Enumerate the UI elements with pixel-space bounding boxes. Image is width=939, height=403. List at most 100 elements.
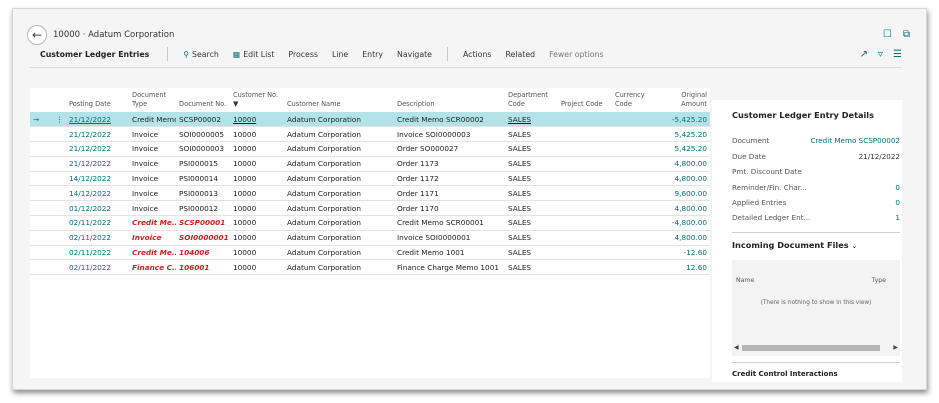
filter-icon[interactable]: ▿ — [878, 49, 883, 60]
project-code-cell — [558, 112, 612, 128]
table-row[interactable]: 14/12/2022 Invoice PSI000013 10000 Adatum Co… — [30, 185, 710, 202]
incoming-name-header[interactable]: Name — [736, 277, 754, 284]
department-code-header[interactable]: Department Code — [505, 88, 558, 112]
original-amount-cell[interactable]: 4,800.00 — [666, 200, 710, 217]
customer-no-cell: 10000 — [230, 185, 284, 202]
document-type-header[interactable]: Document Type — [129, 88, 176, 112]
document-no-cell: PSI000013 — [176, 185, 230, 202]
incoming-type-header[interactable]: Type — [872, 277, 886, 284]
original-amount-cell[interactable]: 9,600.00 — [666, 185, 710, 202]
project-code-cell — [558, 126, 612, 143]
project-code-header[interactable]: Project Code — [558, 88, 612, 112]
factbox-pane: Customer Ledger Entry Details Document Cr… — [712, 100, 902, 382]
document-type-cell: Invoice — [129, 185, 176, 202]
customer-no-cell: 10000 — [230, 200, 284, 217]
document-link[interactable]: Credit Memo SCSP00002 — [810, 136, 900, 145]
posting-date-cell[interactable]: 21/12/2022 — [66, 156, 129, 172]
description-header[interactable]: Description — [394, 88, 505, 112]
action-bar-divider — [30, 67, 902, 68]
horizontal-scrollbar[interactable]: ◀ ▶ — [732, 344, 900, 352]
customer-name-header[interactable]: Customer Name — [284, 88, 394, 112]
posting-date-cell[interactable]: 02/11/2022 — [66, 259, 129, 276]
navigate-menu[interactable]: Navigate — [397, 50, 432, 59]
divider — [446, 47, 448, 61]
table-row[interactable]: 02/11/2022 Finance C... 106001 10000 Adatum … — [30, 259, 710, 276]
edit-list-button[interactable]: ▦ Edit List — [233, 50, 275, 59]
posting-date-cell[interactable]: 01/12/2022 — [66, 200, 129, 217]
table-row[interactable]: 02/11/2022 Invoice SOI0000001 10000 Adatum C… — [30, 230, 710, 246]
list-view-icon[interactable]: ☰ — [893, 49, 902, 60]
original-amount-cell[interactable]: 5,425.20 — [666, 141, 710, 157]
action-bar-right-icons: ↗ ▿ ☰ — [860, 49, 902, 60]
detailed-ledger-link[interactable]: 1 — [895, 213, 900, 222]
customer-no-header[interactable]: Customer No. ▼ — [230, 88, 284, 112]
posting-date-cell[interactable]: 14/12/2022 — [66, 185, 129, 202]
line-menu[interactable]: Line — [332, 50, 348, 59]
original-amount-cell[interactable]: -4,800.00 — [666, 215, 710, 231]
row-select-cell — [30, 141, 66, 157]
row-select-cell — [30, 156, 66, 172]
posting-date-cell[interactable]: 14/12/2022 — [66, 171, 129, 187]
customer-no-cell: 10000 — [230, 215, 284, 231]
original-amount-cell[interactable]: 12.60 — [666, 259, 710, 276]
table-row[interactable]: 21/12/2022 Invoice SOI0000003 10000 Adatum C… — [30, 141, 710, 157]
document-no-header[interactable]: Document No. — [176, 88, 230, 112]
currency-code-cell — [612, 259, 666, 276]
search-button[interactable]: ⚲ Search — [183, 50, 219, 59]
scrollbar-thumb[interactable] — [742, 345, 880, 351]
scroll-left-icon[interactable]: ◀ — [734, 344, 739, 351]
posting-date-cell[interactable]: 02/11/2022 — [66, 245, 129, 261]
table-row[interactable]: 14/12/2022 Invoice PSI000014 10000 Adatum Co… — [30, 171, 710, 187]
table-row[interactable]: 01/12/2022 Invoice PSI000012 10000 Adatum Co… — [30, 200, 710, 217]
actions-menu[interactable]: Actions — [463, 50, 491, 59]
currency-code-header[interactable]: Currency Code — [612, 88, 666, 112]
project-code-cell — [558, 185, 612, 202]
original-amount-cell[interactable]: 5,425.20 — [666, 126, 710, 143]
document-no-cell: PSI000015 — [176, 156, 230, 172]
bookmark-icon[interactable]: ☐ — [883, 29, 892, 40]
posting-date-cell[interactable]: 02/11/2022 — [66, 230, 129, 246]
scroll-right-icon[interactable]: ▶ — [893, 344, 898, 351]
original-amount-cell[interactable]: 4,800.00 — [666, 171, 710, 187]
entry-menu[interactable]: Entry — [362, 50, 383, 59]
customer-no-cell: 10000 — [230, 126, 284, 143]
table-row[interactable]: 21/12/2022 Invoice SOI0000005 10000 Adatum C… — [30, 126, 710, 143]
incoming-files-label: Incoming Document Files — [732, 240, 849, 250]
factbox-divider — [732, 232, 900, 233]
document-no-cell: SOI0000001 — [176, 230, 230, 246]
table-row[interactable]: 21/12/2022 Invoice PSI000015 10000 Adatum Co… — [30, 156, 710, 172]
fewer-options-button[interactable]: Fewer options — [549, 50, 603, 59]
row-menu-icon[interactable]: ⋮ — [56, 115, 63, 124]
applied-entries-link[interactable]: 0 — [895, 198, 900, 207]
original-amount-cell[interactable]: 4,800.00 — [666, 156, 710, 172]
table-row[interactable]: 02/11/2022 Credit Me... 104006 10000 Adatum … — [30, 245, 710, 261]
row-select-cell — [30, 126, 66, 143]
posting-date-cell[interactable]: 02/11/2022 — [66, 215, 129, 231]
original-amount-cell[interactable]: -12.60 — [666, 245, 710, 261]
reminder-count-link[interactable]: 0 — [895, 183, 900, 192]
original-amount-cell[interactable]: -5,425.20 — [666, 112, 710, 128]
related-menu[interactable]: Related — [505, 50, 535, 59]
customer-name-cell: Adatum Corporation — [284, 245, 394, 261]
open-new-window-icon[interactable]: ⧉ — [903, 29, 910, 40]
row-select-cell — [30, 230, 66, 246]
factbox-reminder-row: Reminder/Fin. Char... 0 — [732, 183, 900, 192]
currency-code-cell — [612, 230, 666, 246]
document-no-cell: 106001 — [176, 259, 230, 276]
description-cell: Finance Charge Memo 1001 — [394, 259, 505, 276]
posting-date-cell[interactable]: 21/12/2022 — [66, 141, 129, 157]
original-amount-header[interactable]: Original Amount — [666, 88, 710, 112]
credit-control-section-title[interactable]: Credit Control Interactions — [732, 370, 838, 376]
original-amount-cell[interactable]: 4,800.00 — [666, 230, 710, 246]
incoming-files-title[interactable]: Incoming Document Files ⌄ — [732, 240, 857, 250]
table-row[interactable]: 02/11/2022 Credit Me... SCSP00001 10000 Adat… — [30, 215, 710, 231]
table-row[interactable]: → ⋮ 21/12/2022 Credit Memo SCSP00002 10000 Ada… — [30, 112, 710, 128]
process-menu[interactable]: Process — [288, 50, 318, 59]
posting-date-cell[interactable]: 21/12/2022 — [66, 126, 129, 143]
currency-code-cell — [612, 171, 666, 187]
share-icon[interactable]: ↗ — [860, 49, 868, 60]
posting-date-header[interactable]: Posting Date — [66, 88, 129, 112]
posting-date-cell[interactable]: 21/12/2022 — [66, 112, 129, 128]
currency-code-cell — [612, 200, 666, 217]
document-type-cell: Invoice — [129, 230, 176, 246]
